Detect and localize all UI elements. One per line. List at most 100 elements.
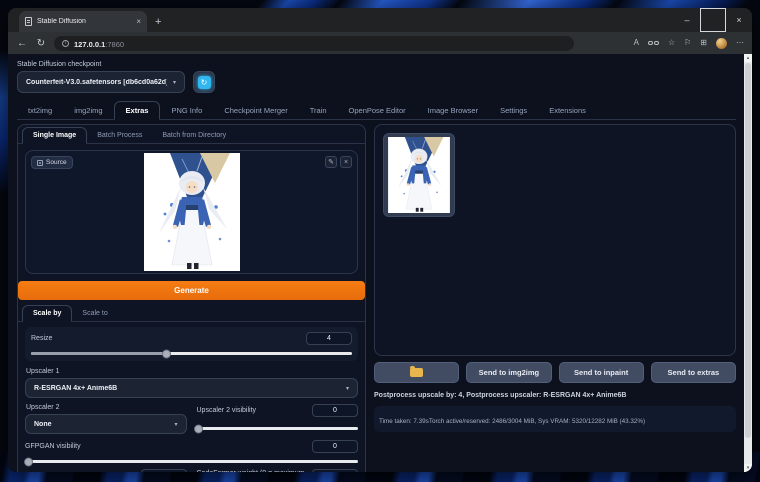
- upscaler2-value: None: [34, 420, 52, 428]
- upscaler1-dropdown[interactable]: R-ESRGAN 4x+ Anime6B ▾: [25, 378, 358, 398]
- site-info-icon[interactable]: i: [62, 39, 69, 47]
- chevron-down-icon: ▾: [345, 385, 349, 392]
- send-to-extras-button[interactable]: Send to extras: [650, 362, 736, 383]
- tab-openpose-editor[interactable]: OpenPose Editor: [338, 102, 417, 119]
- refresh-icon: ↻: [197, 75, 211, 89]
- maximize-button[interactable]: [700, 8, 726, 32]
- image-tools: ✎ ×: [325, 156, 352, 168]
- upscaler2-label: Upscaler 2: [26, 404, 60, 411]
- send-to-inpaint-button[interactable]: Send to inpaint: [558, 362, 644, 383]
- new-tab-button[interactable]: +: [155, 16, 161, 28]
- reload-icon[interactable]: ↻: [35, 38, 47, 49]
- edit-image-icon[interactable]: ✎: [325, 156, 337, 168]
- scroll-down-icon[interactable]: ▾: [744, 464, 752, 472]
- reading-mode-icon[interactable]: [647, 41, 659, 45]
- open-folder-button[interactable]: [374, 362, 460, 383]
- tab-title: Stable Diffusion: [37, 18, 86, 25]
- tab-checkpoint-merger[interactable]: Checkpoint Merger: [213, 102, 298, 119]
- codeformer-weight-input[interactable]: [312, 469, 358, 472]
- scrollbar-thumb[interactable]: [745, 63, 751, 438]
- output-buttons: Send to img2img Send to inpaint Send to …: [374, 362, 736, 383]
- chevron-down-icon: ▾: [174, 421, 178, 428]
- content-columns: Single Image Batch Process Batch from Di…: [17, 124, 736, 472]
- browser-navbar: ← ↻ i 127.0.0.1:7860 A ☆ ⚐ ⊞ ⋯: [8, 32, 752, 54]
- tab-txt2img[interactable]: txt2img: [17, 102, 63, 119]
- tab-settings[interactable]: Settings: [489, 102, 538, 119]
- chevron-down-icon: ▾: [172, 79, 176, 86]
- profile-avatar[interactable]: [716, 37, 727, 49]
- close-button[interactable]: ×: [726, 8, 752, 32]
- source-chip: Source: [31, 156, 73, 169]
- main-tab-bar: txt2img img2img Extras PNG Info Checkpoi…: [17, 100, 736, 120]
- source-label: Source: [46, 159, 67, 166]
- page-scrollbar[interactable]: ▴ ▾: [744, 54, 752, 472]
- subtab-single-image[interactable]: Single Image: [22, 127, 88, 144]
- image-icon: [37, 159, 43, 166]
- subtab-batch-process[interactable]: Batch Process: [87, 128, 152, 143]
- checkpoint-label: Stable Diffusion checkpoint: [17, 61, 102, 68]
- tab-img2img[interactable]: img2img: [63, 102, 113, 119]
- back-icon[interactable]: ←: [16, 38, 28, 49]
- result-thumbnail[interactable]: [383, 133, 455, 217]
- tab-train[interactable]: Train: [299, 102, 338, 119]
- collections-icon[interactable]: ⚐: [684, 39, 691, 47]
- toolbar-icons: A ☆ ⚐ ⊞ ⋯: [634, 37, 744, 49]
- resize-value-input[interactable]: [306, 332, 352, 345]
- tab-close-icon[interactable]: ×: [136, 17, 141, 26]
- subtab-batch-from-directory[interactable]: Batch from Directory: [152, 128, 236, 143]
- browser-window: Stable Diffusion × + – × ← ↻ i 127.0.0.1…: [8, 8, 752, 472]
- browser-tab[interactable]: Stable Diffusion ×: [19, 11, 147, 32]
- gfpgan-visibility-input[interactable]: [312, 440, 358, 453]
- codeformer-weight-label: CodeFormer weight (0 = maximum effect, 1…: [197, 469, 313, 472]
- resize-label: Resize: [31, 335, 53, 342]
- scale-tab-bar: Scale by Scale to: [18, 304, 365, 322]
- gfpgan-visibility-label: GFPGAN visibility: [25, 443, 81, 450]
- extras-input-panel: Single Image Batch Process Batch from Di…: [17, 124, 366, 472]
- time-info-block: Time taken: 7.39sTorch active/reserved: …: [374, 406, 736, 432]
- result-gallery: [374, 124, 736, 356]
- source-image-dropzone[interactable]: Source ✎ ×: [25, 150, 358, 274]
- window-controls: – ×: [674, 8, 752, 32]
- codeformer-visibility-input[interactable]: [140, 469, 187, 472]
- extras-output-panel: Send to img2img Send to inpaint Send to …: [374, 124, 736, 472]
- favorites-icon[interactable]: ☆: [668, 39, 675, 47]
- tab-extras[interactable]: Extras: [113, 101, 161, 120]
- webui-page: Stable Diffusion checkpoint Counterfeit-…: [8, 54, 752, 472]
- upscaler2-visibility-input[interactable]: [312, 404, 358, 417]
- scroll-up-icon[interactable]: ▴: [744, 54, 752, 62]
- tab-extensions[interactable]: Extensions: [538, 102, 597, 119]
- generate-button[interactable]: Generate: [18, 281, 365, 300]
- send-to-img2img-button[interactable]: Send to img2img: [466, 362, 552, 383]
- minimize-button[interactable]: –: [674, 8, 700, 32]
- tab-scale-by[interactable]: Scale by: [22, 305, 73, 322]
- tab-png-info[interactable]: PNG Info: [160, 102, 213, 119]
- slider-thumb[interactable]: [24, 457, 34, 466]
- tab-image-browser[interactable]: Image Browser: [417, 102, 489, 119]
- upscaler1-label: Upscaler 1: [26, 368, 60, 375]
- read-aloud-icon[interactable]: A: [634, 39, 639, 47]
- browser-titlebar: Stable Diffusion × + – ×: [8, 8, 752, 32]
- upscaler2-visibility-label: Upscaler 2 visibility: [196, 407, 257, 414]
- more-menu-icon[interactable]: ⋯: [736, 39, 744, 47]
- slider-thumb[interactable]: [161, 349, 171, 358]
- extras-subtab-bar: Single Image Batch Process Batch from Di…: [18, 125, 365, 144]
- source-image: [143, 153, 240, 271]
- gfpgan-visibility-slider[interactable]: [24, 457, 358, 466]
- resize-slider[interactable]: [31, 349, 352, 358]
- address-bar[interactable]: i 127.0.0.1:7860: [54, 35, 574, 51]
- tab-scale-to[interactable]: Scale to: [72, 306, 117, 321]
- page-favicon-icon: [25, 17, 32, 26]
- checkpoint-row: Counterfeit-V3.0.safetensors [db6cd0a62d…: [17, 71, 736, 93]
- result-image: [387, 137, 451, 213]
- upscaler2-dropdown[interactable]: None ▾: [25, 414, 187, 434]
- refresh-checkpoint-button[interactable]: ↻: [193, 71, 215, 93]
- clear-image-icon[interactable]: ×: [340, 156, 352, 168]
- slider-thumb[interactable]: [194, 424, 204, 433]
- upscaler2-visibility-slider[interactable]: [194, 424, 358, 433]
- upscaler1-value: R-ESRGAN 4x+ Anime6B: [34, 384, 118, 392]
- checkpoint-value: Counterfeit-V3.0.safetensors [db6cd0a62d…: [26, 78, 167, 86]
- time-info: Time taken: 7.39sTorch active/reserved: …: [379, 418, 646, 425]
- postprocess-info: Postprocess upscale by: 4, Postprocess u…: [374, 392, 627, 399]
- extensions-icon[interactable]: ⊞: [700, 39, 707, 47]
- checkpoint-dropdown[interactable]: Counterfeit-V3.0.safetensors [db6cd0a62d…: [17, 71, 185, 93]
